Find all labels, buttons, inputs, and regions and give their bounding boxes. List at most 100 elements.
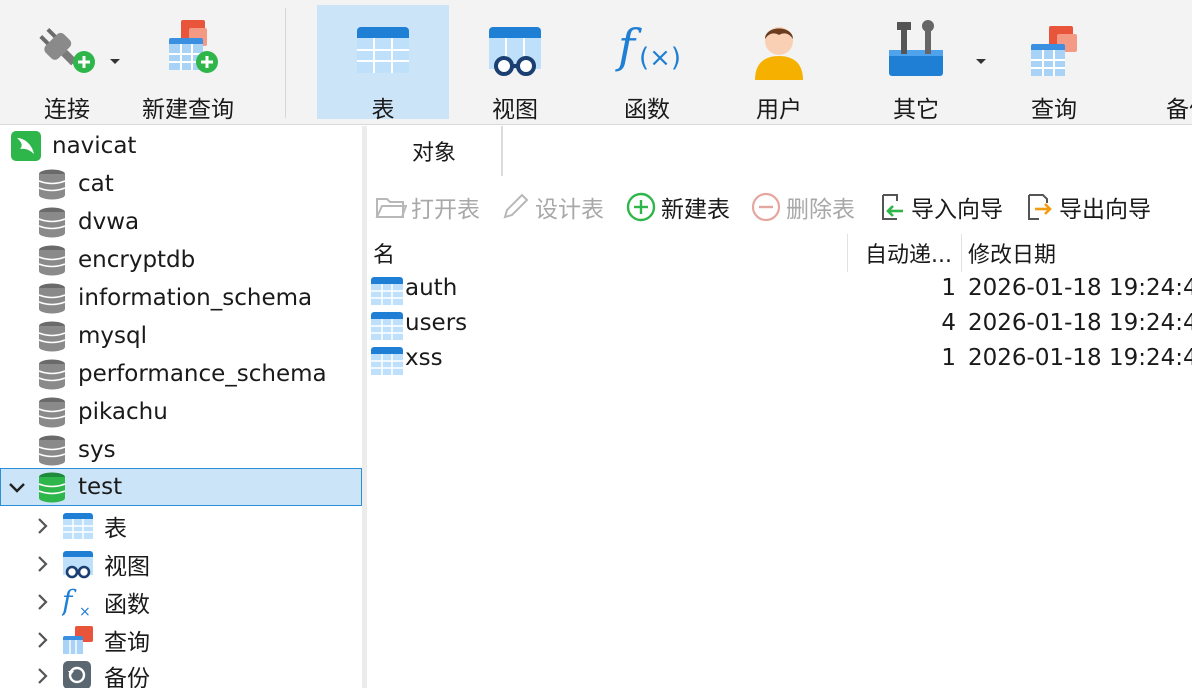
delete-table-label: 删除表 xyxy=(786,197,855,223)
database-icon xyxy=(38,435,66,466)
export-wizard-button[interactable]: 导出向导 xyxy=(1023,190,1151,224)
chevron-right-icon[interactable] xyxy=(32,630,52,650)
new-query-button[interactable]: 新建查询 xyxy=(132,5,244,123)
column-separator[interactable] xyxy=(847,234,848,272)
svg-text:(×): (×) xyxy=(639,43,681,73)
chevron-right-icon[interactable] xyxy=(32,592,52,612)
tree-db-information-schema[interactable]: information_schema xyxy=(0,279,362,317)
chevron-right-icon[interactable] xyxy=(32,516,52,536)
new-table-label: 新建表 xyxy=(661,197,730,223)
view-label: 视图 xyxy=(492,97,538,123)
db-name: performance_schema xyxy=(78,361,327,387)
tree-item-label: 查询 xyxy=(104,630,150,656)
tab-objects[interactable]: 对象 xyxy=(367,126,502,176)
connection-name: navicat xyxy=(52,133,137,159)
tree-item-views[interactable]: 视图 xyxy=(0,545,362,583)
function-button[interactable]: f (×) 函数 xyxy=(582,5,712,123)
database-icon xyxy=(38,245,66,276)
chevron-down-icon[interactable] xyxy=(7,477,27,497)
table-row[interactable]: xss 1 2026-01-18 19:24:48 xyxy=(367,343,1192,378)
database-icon xyxy=(38,207,66,238)
row-name: xss xyxy=(405,345,443,371)
db-name: test xyxy=(78,474,123,500)
svg-text:×: × xyxy=(79,604,91,618)
import-wizard-label: 导入向导 xyxy=(911,197,1003,223)
import-wizard-button[interactable]: 导入向导 xyxy=(875,190,1003,224)
database-icon xyxy=(38,359,66,390)
backup-label: 备份 xyxy=(1166,97,1192,123)
db-name: mysql xyxy=(78,323,147,349)
function-icon: f × xyxy=(62,586,91,618)
row-modified-date: 2026-01-18 19:24:48 xyxy=(968,345,1192,371)
table-row[interactable]: auth 1 2026-01-18 19:24:48 xyxy=(367,273,1192,308)
object-tabbar: 对象 xyxy=(367,126,1192,176)
table-button[interactable]: 表 xyxy=(317,5,449,123)
tree-db-performance-schema[interactable]: performance_schema xyxy=(0,355,362,393)
db-name: pikachu xyxy=(78,399,168,425)
column-header-auto-increment[interactable]: 自动递... xyxy=(865,234,957,272)
design-table-label: 设计表 xyxy=(535,197,604,223)
tree-item-functions[interactable]: f × 函数 xyxy=(0,583,362,621)
tree-db-encryptdb[interactable]: encryptdb xyxy=(0,241,362,279)
plug-add-icon xyxy=(32,14,102,84)
table-icon xyxy=(348,14,418,84)
connection-icon xyxy=(11,131,41,161)
toolbar-separator xyxy=(285,8,286,118)
table-icon xyxy=(371,277,403,305)
other-caret-icon[interactable] xyxy=(974,54,988,68)
db-name: cat xyxy=(78,171,114,197)
row-auto-increment: 1 xyxy=(941,275,956,301)
open-table-button[interactable]: 打开表 xyxy=(375,190,480,224)
column-header-name[interactable]: 名 xyxy=(373,234,843,272)
new-table-button[interactable]: 新建表 xyxy=(625,190,730,224)
add-circle-icon xyxy=(626,192,656,222)
user-label: 用户 xyxy=(756,97,802,123)
db-name: information_schema xyxy=(78,285,313,311)
connect-label: 连接 xyxy=(44,97,90,123)
user-button[interactable]: 用户 xyxy=(714,5,844,123)
query-icon xyxy=(1019,14,1089,84)
chevron-right-icon[interactable] xyxy=(32,554,52,574)
database-icon xyxy=(38,169,66,200)
other-button[interactable]: 其它 xyxy=(851,5,981,123)
tree-db-sys[interactable]: sys xyxy=(0,431,362,469)
export-icon xyxy=(1028,194,1052,220)
table-icon xyxy=(371,312,403,340)
column-separator[interactable] xyxy=(961,234,962,272)
tree-item-backups[interactable]: 备份 xyxy=(0,657,362,688)
function-icon: f (×) xyxy=(612,14,682,84)
tree-item-queries[interactable]: 查询 xyxy=(0,621,362,659)
tree-db-test[interactable]: test xyxy=(0,468,362,506)
object-actionbar: 打开表 设计表 新建表 删除表 导入向导 导出向导 xyxy=(367,178,1192,234)
row-auto-increment: 1 xyxy=(941,345,956,371)
tree-db-mysql[interactable]: mysql xyxy=(0,317,362,355)
tree-item-label: 视图 xyxy=(104,554,150,580)
tree-item-label: 表 xyxy=(104,516,127,542)
query-icon xyxy=(63,626,93,654)
connect-caret-icon[interactable] xyxy=(108,54,122,68)
tree-db-cat[interactable]: cat xyxy=(0,165,362,203)
row-modified-date: 2026-01-18 19:24:48 xyxy=(968,275,1192,301)
database-icon xyxy=(38,283,66,314)
tree-db-dvwa[interactable]: dvwa xyxy=(0,203,362,241)
view-button[interactable]: 视图 xyxy=(450,5,580,123)
svg-text:f: f xyxy=(615,19,642,73)
view-icon xyxy=(63,551,93,579)
chevron-right-icon[interactable] xyxy=(32,666,52,686)
column-header-modified-date[interactable]: 修改日期 xyxy=(968,234,1188,272)
tree-item-tables[interactable]: 表 xyxy=(0,507,362,545)
delete-table-button[interactable]: 删除表 xyxy=(750,190,855,224)
export-wizard-label: 导出向导 xyxy=(1059,197,1151,223)
open-table-label: 打开表 xyxy=(411,197,480,223)
query-button[interactable]: 查询 xyxy=(991,5,1117,123)
user-icon xyxy=(744,14,814,84)
db-name: dvwa xyxy=(78,209,140,235)
table-row[interactable]: users 4 2026-01-18 19:24:48 xyxy=(367,308,1192,343)
database-icon xyxy=(38,397,66,428)
tree-connection-navicat[interactable]: navicat xyxy=(0,127,362,165)
tree-db-pikachu[interactable]: pikachu xyxy=(0,393,362,431)
design-table-button[interactable]: 设计表 xyxy=(499,190,604,224)
backup-button[interactable]: 备份 xyxy=(1124,5,1192,123)
row-name: users xyxy=(405,310,468,336)
table-label: 表 xyxy=(371,97,395,123)
